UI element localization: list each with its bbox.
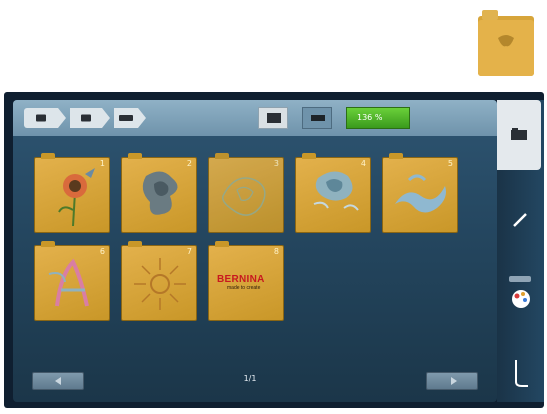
folder-icon: [81, 114, 91, 122]
design-tile[interactable]: 3: [208, 153, 284, 233]
tile-number: 8: [273, 247, 279, 256]
bernina-logo-icon: BERNINA made to create: [217, 274, 265, 291]
tile-tab: [41, 153, 55, 159]
arrow-right-icon: [451, 377, 457, 385]
thumbnail-view-button[interactable]: [258, 107, 288, 129]
page-indicator: 1/1: [243, 374, 257, 383]
rose-design-icon: [142, 171, 178, 215]
design-tile[interactable]: 6: [34, 241, 110, 321]
tile-tab: [128, 241, 142, 247]
swirl-design-icon: [395, 174, 446, 213]
tile-tab: [302, 153, 316, 159]
tile-tab: [41, 241, 55, 247]
tile-tab: [215, 153, 229, 159]
next-page-button[interactable]: [426, 372, 478, 390]
needle-icon: [515, 360, 528, 387]
breadcrumb-usb[interactable]: [24, 108, 58, 128]
sidebar-item-color[interactable]: [500, 272, 540, 318]
tile-number: 5: [447, 159, 453, 168]
edit-pencil-icon: [513, 213, 527, 227]
folder-icon: [511, 128, 527, 140]
design-tile[interactable]: 1: [34, 153, 110, 233]
rose-lace-design-icon: [313, 171, 359, 211]
tile-tab: [389, 153, 403, 159]
breadcrumb-embroidery[interactable]: [114, 108, 138, 128]
list-view-button[interactable]: [302, 107, 332, 129]
sidebar-item-needle[interactable]: [500, 350, 540, 396]
breadcrumb-arrow-icon: [102, 108, 110, 128]
design-tile[interactable]: 8 BERNINA made to create: [208, 241, 284, 321]
color-palette-icon: [512, 290, 530, 308]
list-view-icon: [311, 115, 325, 121]
tile-tab: [215, 241, 229, 247]
tile-tab: [128, 153, 142, 159]
breadcrumb-arrow-icon: [58, 108, 66, 128]
color-bar-icon: [509, 276, 531, 282]
usb-icon: [36, 114, 46, 122]
sidebar-item-edit[interactable]: [500, 200, 540, 240]
design-tile[interactable]: 5: [382, 153, 458, 233]
letter-design-icon: [48, 258, 89, 307]
embroidery-icon: [119, 115, 133, 121]
lace-design-icon: [221, 177, 266, 216]
sidebar-item-folder[interactable]: [497, 100, 541, 170]
zoom-indicator[interactable]: 136 %: [346, 107, 410, 129]
design-tile[interactable]: 4: [295, 153, 371, 233]
sun-design-icon: [134, 258, 186, 310]
flower-design-icon: [58, 168, 95, 227]
breadcrumb-arrow-icon: [138, 108, 146, 128]
design-tile[interactable]: 2: [121, 153, 197, 233]
breadcrumb-folder[interactable]: [70, 108, 102, 128]
previous-page-button[interactable]: [32, 372, 84, 390]
thumbnail-view-icon: [267, 113, 281, 123]
design-tile[interactable]: 7: [121, 241, 197, 321]
arrow-left-icon: [55, 377, 61, 385]
folder-icon[interactable]: [476, 4, 536, 78]
design-grid: 1 2 3 4 5 6 7 8 BERNINA made to create: [22, 144, 488, 326]
